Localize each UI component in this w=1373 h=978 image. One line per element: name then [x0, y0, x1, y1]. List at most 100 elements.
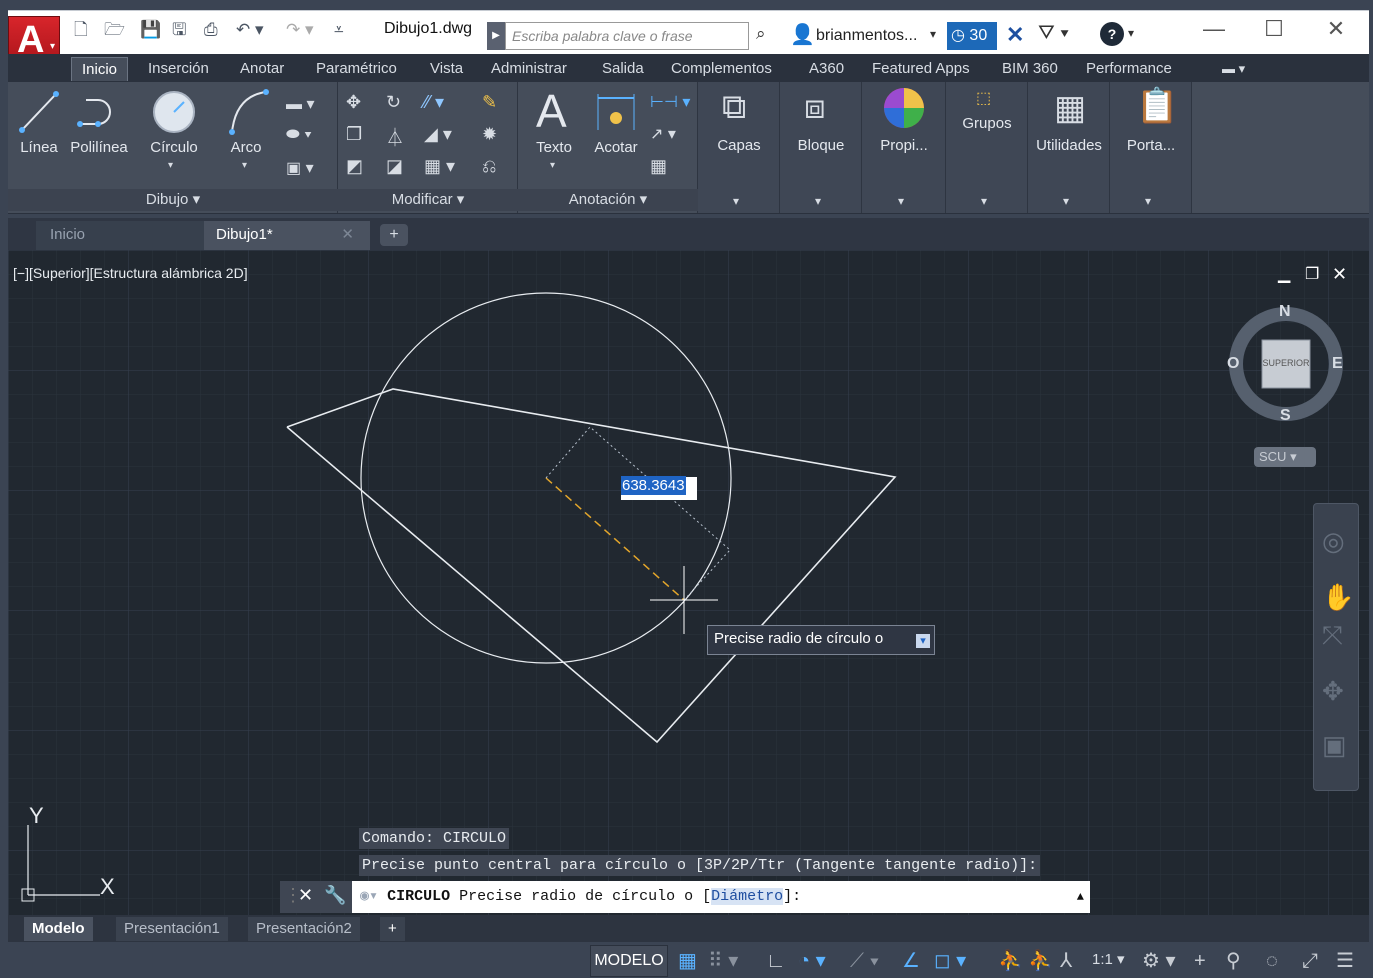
- a360-notifications[interactable]: ◷ 30: [947, 22, 997, 50]
- viewport-restore-icon[interactable]: ❐: [1305, 264, 1319, 284]
- polilinea-label[interactable]: Polilínea: [66, 139, 132, 156]
- ortho-icon[interactable]: ∟: [766, 948, 786, 974]
- tab-salida[interactable]: Salida: [602, 57, 644, 81]
- arc-dropdown-icon[interactable]: ▾: [242, 160, 247, 171]
- tab-a360[interactable]: A360: [809, 57, 844, 81]
- grupos-dropdown-icon[interactable]: ▾: [981, 194, 987, 208]
- block-icon[interactable]: ⧈: [804, 88, 826, 127]
- layout-tab-presentacion1[interactable]: Presentación1: [116, 917, 228, 941]
- viewcube-west[interactable]: O: [1227, 355, 1239, 373]
- text-icon[interactable]: A: [536, 84, 567, 138]
- units-icon[interactable]: ⚲: [1226, 948, 1241, 974]
- layout-tab-presentacion2[interactable]: Presentación2: [248, 917, 360, 941]
- tab-featured-apps[interactable]: Featured Apps: [872, 57, 970, 81]
- panel-title-dibujo[interactable]: Dibujo ▾: [8, 189, 338, 211]
- explode-icon[interactable]: ✹: [482, 124, 497, 145]
- open-file-icon[interactable]: 🗁: [104, 18, 125, 42]
- array-icon[interactable]: ▦ ▾: [424, 156, 455, 177]
- close-command-icon[interactable]: ✕: [298, 885, 313, 906]
- clipboard-icon[interactable]: 📋: [1136, 86, 1178, 126]
- recent-commands-icon[interactable]: ◉▾: [360, 888, 378, 905]
- print-icon[interactable]: ⎙: [204, 18, 218, 42]
- customize-command-icon[interactable]: 🔧: [324, 885, 346, 906]
- group-icon[interactable]: ⬚: [976, 88, 991, 108]
- redo-icon[interactable]: ↷ ▾: [286, 18, 314, 42]
- new-layout-button[interactable]: +: [380, 917, 405, 941]
- viewcube-face[interactable]: SUPERIOR: [1262, 358, 1310, 368]
- polyline-icon[interactable]: [76, 94, 124, 130]
- acotar-label[interactable]: Acotar: [590, 139, 642, 156]
- bloque-label[interactable]: Bloque: [780, 137, 862, 154]
- annotation-visibility-icon[interactable]: ⛹: [998, 948, 1023, 974]
- annotation-scale-icon[interactable]: ⅄: [1060, 948, 1072, 974]
- customize-qat-icon[interactable]: ⩡: [334, 18, 344, 42]
- ucs-menu-button[interactable]: SCU ▾: [1254, 447, 1316, 467]
- capas-dropdown-icon[interactable]: ▾: [733, 194, 739, 208]
- zoom-extents-icon[interactable]: ⤧: [1322, 620, 1343, 652]
- scale-selector[interactable]: 1:1 ▾: [1092, 950, 1125, 968]
- rectangle-icon[interactable]: ▬ ▾: [286, 94, 314, 114]
- user-name[interactable]: brianmentos...: [816, 27, 917, 45]
- customization-menu-icon[interactable]: ☰: [1336, 948, 1354, 974]
- tab-anotar[interactable]: Anotar: [240, 57, 284, 81]
- doc-tab-dibujo1[interactable]: Dibujo1* ✕: [204, 221, 370, 250]
- fillet-icon[interactable]: ◢ ▾: [424, 124, 452, 145]
- tab-insercion[interactable]: Inserción: [148, 57, 209, 81]
- doc-tab-inicio[interactable]: Inicio: [36, 221, 206, 250]
- pan-hand-icon[interactable]: ✋: [1322, 582, 1354, 613]
- porta-label[interactable]: Porta...: [1110, 137, 1192, 154]
- object-snap-tracking-icon[interactable]: ∠: [902, 948, 920, 974]
- panel-title-modificar[interactable]: Modificar ▾: [338, 189, 518, 211]
- exchange-icon[interactable]: ✕: [1006, 22, 1024, 48]
- layout-tab-modelo[interactable]: Modelo: [24, 917, 93, 941]
- erase-icon[interactable]: ✎: [482, 92, 497, 113]
- isolate-objects-icon[interactable]: ◌: [1266, 948, 1278, 974]
- maximize-button[interactable]: ☐: [1246, 14, 1302, 44]
- tab-vista[interactable]: Vista: [430, 57, 463, 81]
- utilidades-label[interactable]: Utilidades: [1028, 137, 1110, 154]
- boundary-icon[interactable]: ▣ ▾: [286, 158, 314, 178]
- auto-scale-icon[interactable]: ⛹: [1028, 948, 1053, 974]
- circle-icon[interactable]: [150, 88, 198, 136]
- tab-bim360[interactable]: BIM 360: [1002, 57, 1058, 81]
- line-icon[interactable]: [18, 90, 62, 134]
- layers-icon[interactable]: ⧉: [722, 88, 746, 127]
- stretch-icon[interactable]: ◩: [346, 156, 363, 177]
- circulo-label[interactable]: Círculo: [146, 139, 202, 156]
- undo-icon[interactable]: ↶ ▾: [236, 18, 264, 42]
- scale-icon[interactable]: ◪: [386, 156, 403, 177]
- option-diametro[interactable]: Diámetro: [711, 888, 784, 905]
- drawing-svg[interactable]: [8, 250, 1369, 915]
- capas-label[interactable]: Capas: [698, 137, 780, 154]
- steering-wheel-icon[interactable]: ◎: [1322, 526, 1345, 557]
- help-dropdown-icon[interactable]: ▾: [1128, 26, 1134, 40]
- mirror-icon[interactable]: ⏃: [386, 124, 404, 150]
- isodraft-icon[interactable]: ⟋ ▾: [850, 948, 879, 974]
- text-dropdown-icon[interactable]: ▾: [550, 160, 555, 171]
- polar-tracking-icon[interactable]: ◔ ▾: [798, 948, 826, 974]
- copy-icon[interactable]: ❐: [346, 124, 362, 145]
- command-input[interactable]: ◉▾ CIRCULO Precise radio de círculo o [D…: [352, 881, 1090, 913]
- binoculars-icon[interactable]: ⌕: [756, 22, 766, 46]
- bloque-dropdown-icon[interactable]: ▾: [815, 194, 821, 208]
- table-icon[interactable]: ▦: [650, 156, 667, 177]
- help-icon[interactable]: ?: [1100, 22, 1124, 46]
- porta-dropdown-icon[interactable]: ▾: [1145, 194, 1151, 208]
- close-button[interactable]: ✕: [1308, 14, 1364, 44]
- circle-dropdown-icon[interactable]: ▾: [168, 160, 173, 171]
- calculator-icon[interactable]: ▦: [1054, 88, 1086, 128]
- hatch-icon[interactable]: ⬬ ▾: [286, 126, 312, 144]
- model-space-button[interactable]: MODELO: [590, 945, 668, 977]
- minimize-button[interactable]: —: [1186, 14, 1242, 44]
- viewcube-north[interactable]: N: [1279, 303, 1291, 321]
- autodesk-account-icon[interactable]: ⛛ ▾: [1038, 22, 1069, 45]
- panel-title-anotacion[interactable]: Anotación ▾: [518, 189, 698, 211]
- user-icon[interactable]: 👤: [790, 22, 815, 46]
- trim-icon[interactable]: ⁄⁄ ▾: [424, 92, 444, 113]
- tab-administrar[interactable]: Administrar: [491, 57, 567, 81]
- save-as-icon[interactable]: 🖫: [172, 18, 186, 42]
- tab-inicio[interactable]: Inicio: [71, 57, 128, 81]
- user-dropdown-icon[interactable]: ▾: [930, 27, 936, 41]
- arco-label[interactable]: Arco: [226, 139, 266, 156]
- new-file-icon[interactable]: 🗋: [74, 18, 88, 42]
